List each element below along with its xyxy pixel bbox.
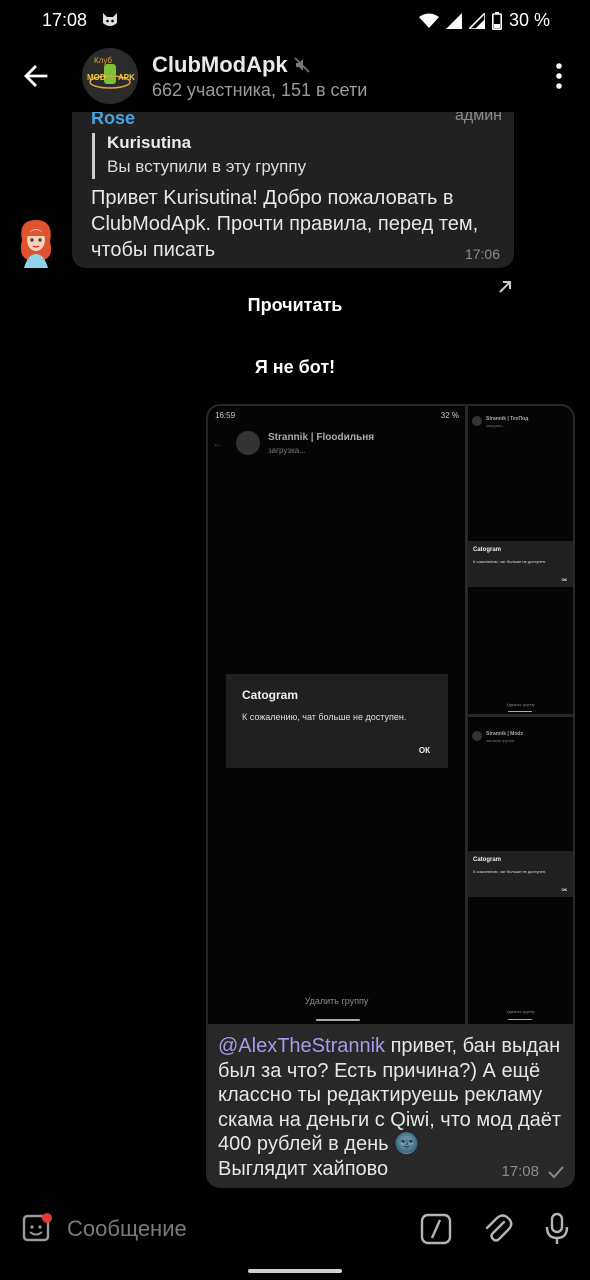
svg-text:MOD: MOD <box>87 73 106 82</box>
delete-group-label: Удалить группу <box>506 702 535 707</box>
message-bubble-rose[interactable]: Rose админ Kurisutina Вы вступили в эту … <box>72 96 514 268</box>
mini-battery: 32 % <box>440 411 459 420</box>
message-text-last: Выглядит хайпово <box>218 1157 389 1180</box>
notification-dot <box>42 1213 52 1223</box>
dialog-message: К сожалению, чат больше не доступен. <box>473 869 547 874</box>
moon-emoji: 🌚 <box>394 1133 420 1155</box>
dialog-title: Catogram <box>473 547 502 553</box>
dialog-message: К сожалению, чат больше не доступен. <box>242 712 407 722</box>
mini-nav-handle <box>508 1019 532 1020</box>
alert-dialog: Catogram К сожалению, чат больше не дост… <box>226 674 448 768</box>
attach-icon[interactable] <box>482 1212 514 1244</box>
signal-icon <box>445 12 462 29</box>
dialog-title: Catogram <box>242 688 299 702</box>
dialog-ok: ОК <box>561 577 567 582</box>
message-time: 17:06 <box>464 246 500 262</box>
checkmark-icon <box>548 1165 564 1178</box>
mini-chat-sub: загрузка... <box>268 446 306 455</box>
delete-group-label: Удалить группу <box>304 996 369 1006</box>
message-meta: 17:08 <box>501 1163 565 1180</box>
microphone-icon[interactable] <box>543 1212 571 1246</box>
share-arrow-icon[interactable] <box>496 278 514 296</box>
status-time: 17:08 <box>42 10 88 30</box>
cat-icon <box>103 13 117 26</box>
reply-quote[interactable]: Kurisutina Вы вступили в эту группу <box>92 133 306 179</box>
svg-text:APK: APK <box>118 73 135 82</box>
dialog-message: К сожалению, чат больше не доступен. <box>473 559 547 564</box>
alert-dialog: Catogram К сожалению, чат больше не дост… <box>468 541 573 587</box>
mini-nav-handle <box>316 1019 360 1021</box>
message-time: 17:08 <box>501 1163 539 1180</box>
message-text: @AlexTheStrannik привет, бан выдан был з… <box>218 1034 568 1181</box>
mini-chat-sub: загрузка... <box>486 423 505 428</box>
chat-title-row[interactable]: ClubModApk <box>152 52 310 78</box>
bot-command-icon[interactable] <box>420 1213 452 1245</box>
dialog-ok: ОК <box>561 887 567 892</box>
reply-author: Kurisutina <box>107 133 192 152</box>
svg-text:Клуб: Клуб <box>94 56 112 65</box>
dialog-ok: ОК <box>418 746 430 755</box>
status-bar: 17:08 30 % <box>0 0 590 40</box>
mini-chat-sub: частная группа <box>486 738 515 743</box>
rose-avatar[interactable] <box>14 218 58 268</box>
mini-back-icon: ← <box>212 436 224 450</box>
battery-icon <box>491 11 502 30</box>
mini-avatar <box>472 416 482 426</box>
more-vert-icon[interactable] <box>548 62 570 90</box>
group-logo-icon: Клуб MOD APK <box>82 48 138 104</box>
message-bubble-outgoing[interactable]: 16:59 32 % ← Strannik | Floodильня загру… <box>206 404 575 1188</box>
mini-nav-handle <box>508 711 532 712</box>
back-arrow-icon[interactable] <box>20 60 52 92</box>
mini-avatar <box>236 431 260 455</box>
reply-text: Вы вступили в эту группу <box>107 157 307 176</box>
mini-avatar <box>472 731 482 741</box>
chat-header: Клуб MOD APK ClubModApk 662 участника, 1… <box>0 40 590 112</box>
screenshot-image[interactable]: 16:59 32 % ← Strannik | Floodильня загру… <box>208 406 465 1024</box>
dialog-title: Catogram <box>473 857 502 863</box>
sticker-icon[interactable] <box>20 1212 52 1244</box>
battery-percent: 30 % <box>508 10 550 30</box>
chat-title: ClubModApk <box>152 52 288 77</box>
mini-status-time: 16:59 <box>215 411 236 420</box>
mini-chat-title: Strannik | ТехПод <box>486 416 529 422</box>
signal-icon-2 <box>468 12 485 29</box>
message-text: Привет Kurisutina! Добро пожаловать в Cl… <box>91 187 479 261</box>
chat-subtitle: 662 участника, 151 в сети <box>152 80 368 100</box>
alert-dialog: Catogram К сожалению, чат больше не дост… <box>468 851 573 897</box>
not-bot-button[interactable]: Я не бот! <box>0 357 590 378</box>
mini-chat-title: Strannik | Modz <box>486 731 523 737</box>
read-rules-button[interactable]: Прочитать <box>0 295 590 316</box>
wifi-icon <box>418 13 439 28</box>
mini-chat-title: Strannik | Floodильня <box>268 432 375 443</box>
group-avatar[interactable]: Клуб MOD APK <box>82 48 138 104</box>
gesture-nav-handle[interactable] <box>248 1269 342 1273</box>
muted-speaker-icon <box>294 57 310 73</box>
message-input-bar <box>0 1198 590 1260</box>
status-icons: 30 % <box>418 10 550 31</box>
screenshot-image-2[interactable]: Strannik | ТехПод загрузка... Catogram К… <box>468 406 573 714</box>
mention-link[interactable]: @AlexTheStrannik <box>218 1035 385 1057</box>
message-input[interactable] <box>67 1215 367 1243</box>
screenshot-image-3[interactable]: Strannik | Modz частная группа Catogram … <box>468 717 573 1024</box>
delete-group-label: Удалить группу <box>506 1009 535 1014</box>
